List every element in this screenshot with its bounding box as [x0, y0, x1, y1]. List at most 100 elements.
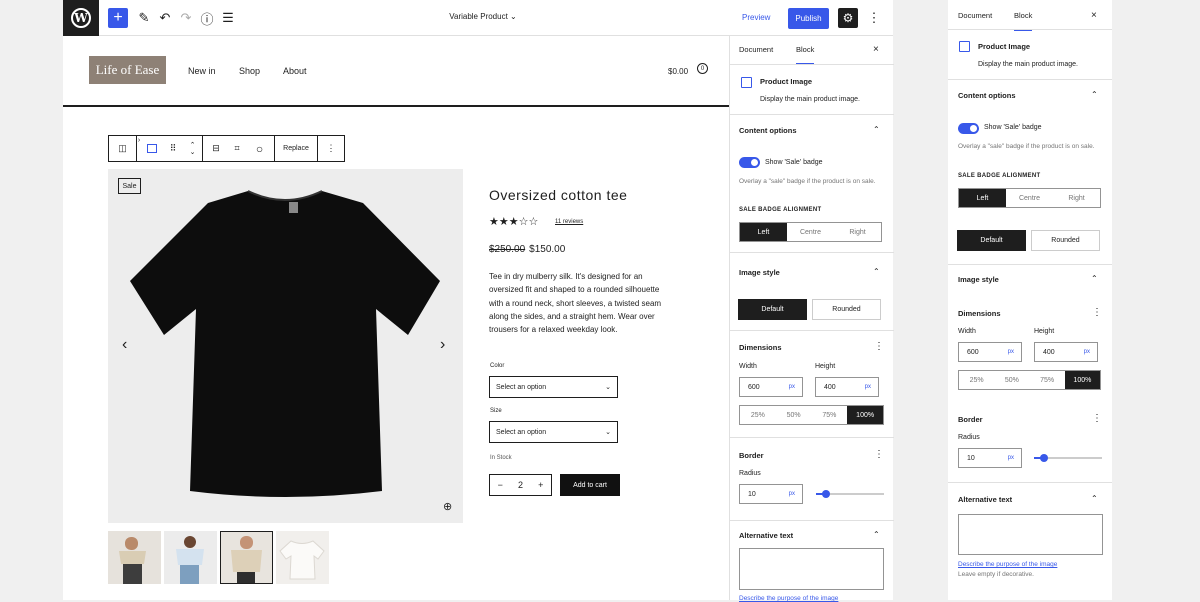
more-options-icon[interactable]: ⋮ — [864, 8, 884, 28]
decrease-quantity-button[interactable]: − — [498, 480, 503, 490]
scale-25-button[interactable]: 25% — [740, 406, 776, 424]
undo-icon[interactable]: ↶ — [155, 8, 175, 28]
style-rounded-button[interactable]: Rounded — [1031, 230, 1100, 251]
alt-text-title[interactable]: Alternative text — [739, 531, 793, 540]
nav-shop[interactable]: Shop — [239, 66, 260, 76]
radius-input[interactable]: 10 px — [739, 484, 803, 504]
zoom-icon[interactable]: ⊕ — [443, 500, 452, 513]
quantity-value[interactable]: 2 — [518, 480, 523, 490]
alt-text-help-link[interactable]: Describe the purpose of the image — [739, 595, 838, 602]
cart-count-badge[interactable]: 0 — [697, 63, 708, 74]
radius-slider[interactable] — [1034, 454, 1102, 462]
chevron-up-icon[interactable]: ⌃ — [1091, 90, 1098, 99]
align-centre-button[interactable]: Centre — [1006, 189, 1053, 207]
chevron-up-icon[interactable]: ⌃ — [873, 530, 880, 539]
scale-50-button[interactable]: 50% — [776, 406, 812, 424]
radius-slider-handle[interactable] — [822, 490, 831, 498]
previous-image-arrow-icon[interactable]: ‹ — [122, 336, 127, 354]
height-unit[interactable]: px — [865, 384, 871, 390]
crop-icon[interactable]: ⌗ — [229, 136, 245, 161]
radius-slider-handle[interactable] — [1040, 454, 1049, 462]
dimensions-options-icon[interactable]: ⋮ — [874, 341, 884, 352]
sale-badge-toggle[interactable] — [739, 157, 760, 168]
chevron-up-icon[interactable]: ⌃ — [1091, 274, 1098, 283]
scale-75-button[interactable]: 75% — [812, 406, 848, 424]
product-thumbnail[interactable] — [108, 531, 161, 584]
product-thumbnail[interactable] — [276, 531, 329, 584]
nav-about[interactable]: About — [283, 66, 307, 76]
radius-input[interactable]: 10 px — [958, 448, 1022, 468]
color-select[interactable]: Select an option ⌄ — [489, 376, 618, 398]
size-select[interactable]: Select an option ⌄ — [489, 421, 618, 443]
radius-slider[interactable] — [816, 490, 884, 498]
border-options-icon[interactable]: ⋮ — [1092, 413, 1102, 424]
add-block-button[interactable]: + — [108, 8, 128, 28]
reviews-link[interactable]: 11 reviews — [555, 219, 583, 225]
block-more-options-icon[interactable]: ⋮ — [318, 136, 344, 161]
width-unit[interactable]: px — [789, 384, 795, 390]
replace-button[interactable]: Replace — [275, 136, 318, 161]
height-input[interactable]: 400 px — [1034, 342, 1098, 362]
scale-100-button[interactable]: 100% — [1064, 371, 1100, 389]
block-type-icon[interactable]: ◫ — [109, 136, 137, 161]
alt-text-textarea[interactable] — [958, 514, 1103, 555]
add-to-cart-button[interactable]: Add to cart — [560, 474, 620, 496]
settings-gear-icon[interactable]: ⚙ — [838, 8, 858, 28]
radius-unit[interactable]: px — [789, 491, 795, 497]
scale-50-button[interactable]: 50% — [994, 371, 1029, 389]
chevron-up-icon[interactable]: ⌃ — [873, 125, 880, 134]
width-input[interactable]: 600 px — [958, 342, 1022, 362]
image-style-title[interactable]: Image style — [739, 268, 780, 277]
content-options-title[interactable]: Content options — [739, 126, 797, 135]
tab-document[interactable]: Document — [958, 11, 992, 20]
preview-button[interactable]: Preview — [742, 13, 770, 22]
list-view-icon[interactable]: ☰ — [218, 8, 238, 28]
redo-icon[interactable]: ↷ — [176, 8, 196, 28]
style-rounded-button[interactable]: Rounded — [812, 299, 881, 320]
nav-new-in[interactable]: New in — [188, 66, 216, 76]
close-panel-icon[interactable]: × — [1091, 10, 1097, 21]
product-thumbnail-selected[interactable] — [220, 531, 273, 584]
pencil-icon[interactable]: ✎ — [134, 8, 154, 28]
scale-75-button[interactable]: 75% — [1030, 371, 1065, 389]
height-input[interactable]: 400 px — [815, 377, 879, 397]
align-icon[interactable]: ⊟ — [203, 136, 229, 161]
style-default-button[interactable]: Default — [957, 230, 1026, 251]
cart-total[interactable]: $0.00 — [668, 67, 688, 76]
tab-document[interactable]: Document — [739, 45, 773, 54]
document-title-dropdown[interactable]: Variable Product ⌄ — [413, 12, 553, 21]
circle-crop-icon[interactable]: ○ — [245, 136, 275, 161]
align-right-button[interactable]: Right — [834, 223, 881, 241]
dimensions-options-icon[interactable]: ⋮ — [1092, 307, 1102, 318]
align-left-button[interactable]: Left — [740, 223, 787, 241]
product-thumbnail[interactable] — [164, 531, 217, 584]
chevron-up-icon[interactable]: ⌃ — [1091, 494, 1098, 503]
wordpress-logo-button[interactable]: W — [63, 0, 99, 36]
scale-25-button[interactable]: 25% — [959, 371, 994, 389]
alt-text-textarea[interactable] — [739, 548, 884, 590]
site-logo[interactable]: Life of Ease — [89, 56, 166, 84]
move-up-down-icon[interactable]: ⌃ ⌄ — [183, 136, 203, 161]
border-options-icon[interactable]: ⋮ — [874, 449, 884, 460]
tab-block[interactable]: Block — [796, 45, 815, 65]
drag-handle-icon[interactable]: ⠿ — [163, 136, 183, 161]
increase-quantity-button[interactable]: + — [538, 480, 543, 490]
width-input[interactable]: 600 px — [739, 377, 803, 397]
product-main-image[interactable]: Sale ‹ › ⊕ — [108, 169, 463, 523]
alt-text-help-link[interactable]: Describe the purpose of the image — [958, 561, 1057, 568]
tab-block[interactable]: Block — [1014, 11, 1033, 31]
align-left-button[interactable]: Left — [959, 189, 1006, 207]
next-image-arrow-icon[interactable]: › — [440, 336, 445, 354]
scale-100-button[interactable]: 100% — [847, 406, 883, 424]
content-options-title[interactable]: Content options — [958, 91, 1016, 100]
radius-unit[interactable]: px — [1008, 455, 1014, 461]
style-default-button[interactable]: Default — [738, 299, 807, 320]
sale-badge-toggle[interactable] — [958, 123, 979, 134]
align-right-button[interactable]: Right — [1053, 189, 1100, 207]
close-panel-icon[interactable]: × — [873, 44, 879, 55]
image-block-icon[interactable] — [141, 136, 163, 161]
height-unit[interactable]: px — [1084, 349, 1090, 355]
info-icon[interactable]: ⓘ — [197, 8, 217, 28]
chevron-up-icon[interactable]: ⌃ — [873, 267, 880, 276]
width-unit[interactable]: px — [1008, 349, 1014, 355]
